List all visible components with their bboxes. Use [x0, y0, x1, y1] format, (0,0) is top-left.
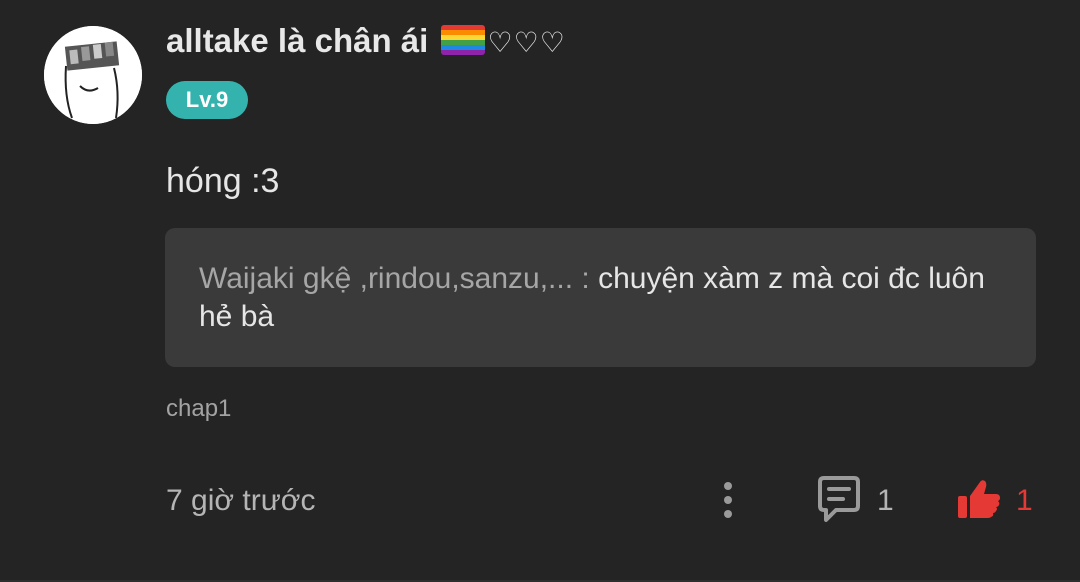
reply-count: 1: [877, 484, 894, 517]
chapter-label[interactable]: chap1: [166, 395, 231, 423]
like-count: 1: [1016, 484, 1033, 517]
thumbs-up-icon: [958, 480, 1000, 518]
quote-author: Waijaki gkệ ,rindou,sanzu,... :: [199, 262, 590, 295]
comment-text: hóng :3: [166, 162, 280, 200]
level-badge: Lv.9: [166, 81, 248, 119]
like-button[interactable]: [956, 476, 1002, 522]
timestamp: 7 giờ trước: [166, 484, 316, 517]
avatar[interactable]: [44, 26, 142, 124]
quoted-comment[interactable]: Waijaki gkệ ,rindou,sanzu,... : chuyện x…: [165, 228, 1036, 367]
reply-button[interactable]: [814, 474, 864, 524]
more-vertical-icon: [724, 482, 732, 518]
username[interactable]: alltake là chân ái ♡♡♡: [166, 22, 566, 60]
username-text: alltake là chân ái: [166, 22, 429, 59]
rainbow-flag-icon: [441, 25, 486, 55]
more-options-button[interactable]: [712, 478, 744, 522]
avatar-image: [44, 26, 142, 124]
reply-icon: [818, 476, 860, 522]
username-hearts: ♡♡♡: [487, 26, 566, 59]
